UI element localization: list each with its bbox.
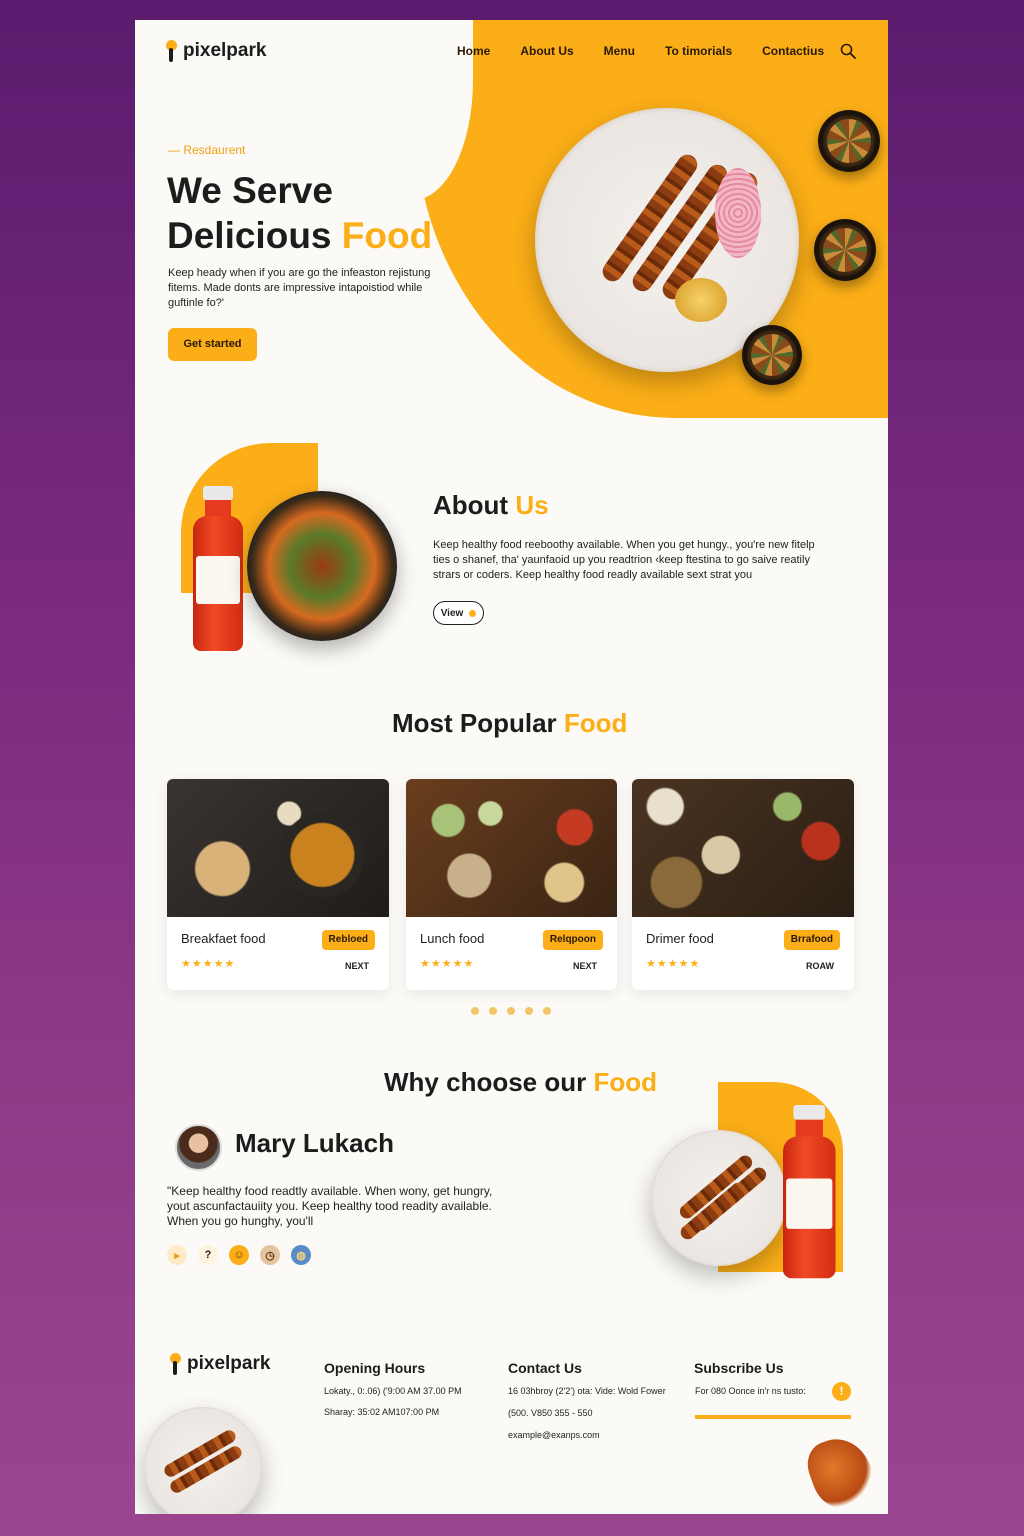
sauce-bottle-image xyxy=(193,486,243,656)
carousel-pagination xyxy=(471,1007,551,1015)
landing-page: pixelpark Home About Us Menu To timorial… xyxy=(135,20,888,1514)
about-description: Keep healthy food reeboothy available. W… xyxy=(433,539,815,581)
alert-icon[interactable]: ! xyxy=(832,1382,851,1401)
why-title: Why choose our Food xyxy=(384,1067,657,1097)
side-dish-bowl-image xyxy=(814,219,876,281)
contact-title: Contact Us xyxy=(508,1360,582,1376)
rating-stars: ★★★★★ xyxy=(420,958,475,970)
hours-title: Opening Hours xyxy=(324,1360,426,1376)
card-title: Breakfaet food xyxy=(181,931,266,946)
about-title: About Us xyxy=(433,490,549,520)
pagination-dot[interactable] xyxy=(471,1007,479,1015)
question-icon[interactable]: ? xyxy=(198,1245,218,1265)
card-tag-button[interactable]: Relqpoon xyxy=(542,930,603,950)
globe-icon[interactable]: ◍ xyxy=(291,1245,311,1265)
card-title: Lunch food xyxy=(420,931,485,946)
pagination-dot[interactable] xyxy=(489,1007,497,1015)
food-card[interactable]: Drimer food Brrafood ★★★★★ ROAW xyxy=(632,779,854,990)
dinner-food-image xyxy=(632,779,854,917)
subscribe-title: Subscribe Us xyxy=(694,1360,784,1376)
clock-icon[interactable]: ◷ xyxy=(260,1245,280,1265)
why-kebab-plate-image xyxy=(651,1130,787,1266)
hero-eyebrow: — Resdaurent xyxy=(168,143,246,157)
card-next-link[interactable]: NEXT xyxy=(573,961,597,971)
hero-description: Keep heady when if you are go the infeas… xyxy=(168,267,431,309)
side-dish-bowl-image xyxy=(818,110,880,172)
footer-brand-name: pixelpark xyxy=(187,1353,271,1374)
logo-icon xyxy=(170,1353,183,1375)
about-dish-image xyxy=(247,491,397,641)
view-button[interactable]: View xyxy=(433,601,484,625)
hero-title: We Serve Delicious Food xyxy=(167,168,467,258)
rating-stars: ★★★★★ xyxy=(646,958,701,970)
search-icon[interactable] xyxy=(840,43,856,59)
lunch-food-image xyxy=(406,779,617,917)
food-card[interactable]: Breakfaet food Rebloed ★★★★★ NEXT xyxy=(167,779,389,990)
side-dish-bowl-image xyxy=(742,325,802,385)
hours-line: Sharay: 35:02 AM107:00 PM xyxy=(324,1407,440,1417)
brand-name: pixelpark xyxy=(183,40,267,61)
card-title: Drimer food xyxy=(646,931,714,946)
avatar xyxy=(175,1124,222,1171)
nav-about[interactable]: About Us xyxy=(520,44,573,58)
hours-line: Lokaty., 0:.06) ('9:00 AM 37.00 PM xyxy=(324,1386,462,1396)
logo-icon xyxy=(166,40,179,62)
card-next-link[interactable]: NEXT xyxy=(345,961,369,971)
social-links: ▸ ? ☺ ◷ ◍ xyxy=(167,1245,311,1265)
brand-logo[interactable]: pixelpark xyxy=(166,40,266,62)
nav-menu[interactable]: Menu xyxy=(604,44,635,58)
card-next-link[interactable]: ROAW xyxy=(806,961,834,971)
sauce-bottle-image xyxy=(783,1105,836,1284)
subscribe-text: For 080 Oonce in'r ns tusto: xyxy=(695,1386,806,1396)
popular-title: Most Popular Food xyxy=(392,708,628,738)
hero-title-line1: We Serve xyxy=(167,170,333,211)
food-card[interactable]: Lunch food Relqpoon ★★★★★ NEXT xyxy=(406,779,617,990)
contact-email[interactable]: example@exanps.com xyxy=(508,1430,600,1440)
pagination-dot[interactable] xyxy=(543,1007,551,1015)
card-tag-button[interactable]: Brrafood xyxy=(783,930,840,950)
card-tag-button[interactable]: Rebloed xyxy=(321,930,375,950)
subscribe-input[interactable] xyxy=(695,1415,851,1419)
footer-logo[interactable]: pixelpark xyxy=(170,1353,270,1375)
smile-icon[interactable]: ☺ xyxy=(229,1245,249,1265)
chicken-wing-image xyxy=(800,1429,882,1514)
hero-title-accent: Food xyxy=(341,215,433,256)
get-started-button[interactable]: Get started xyxy=(168,328,257,361)
pagination-dot[interactable] xyxy=(507,1007,515,1015)
contact-address: 16 03hbroy (2'2') ota: Vide: Wold Fower xyxy=(508,1386,666,1396)
main-nav: Home About Us Menu To timorials Contacti… xyxy=(457,44,854,58)
testimonial-quote: "Keep healthy food readtly available. Wh… xyxy=(167,1184,493,1228)
rating-stars: ★★★★★ xyxy=(181,958,236,970)
footer-kebab-plate-image xyxy=(144,1407,262,1514)
contact-phone[interactable]: (500. V850 355 - 550 xyxy=(508,1408,593,1418)
hero-title-line2: Delicious xyxy=(167,215,342,256)
testimonial-name: Mary Lukach xyxy=(235,1128,394,1158)
dot-icon xyxy=(469,609,477,617)
nav-testimonials[interactable]: To timorials xyxy=(665,44,732,58)
breakfast-food-image xyxy=(167,779,389,917)
pagination-dot[interactable] xyxy=(525,1007,533,1015)
view-label: View xyxy=(440,607,464,619)
nav-contact[interactable]: Contactius xyxy=(762,44,824,58)
nav-home[interactable]: Home xyxy=(457,44,490,58)
arrow-icon[interactable]: ▸ xyxy=(167,1245,187,1265)
